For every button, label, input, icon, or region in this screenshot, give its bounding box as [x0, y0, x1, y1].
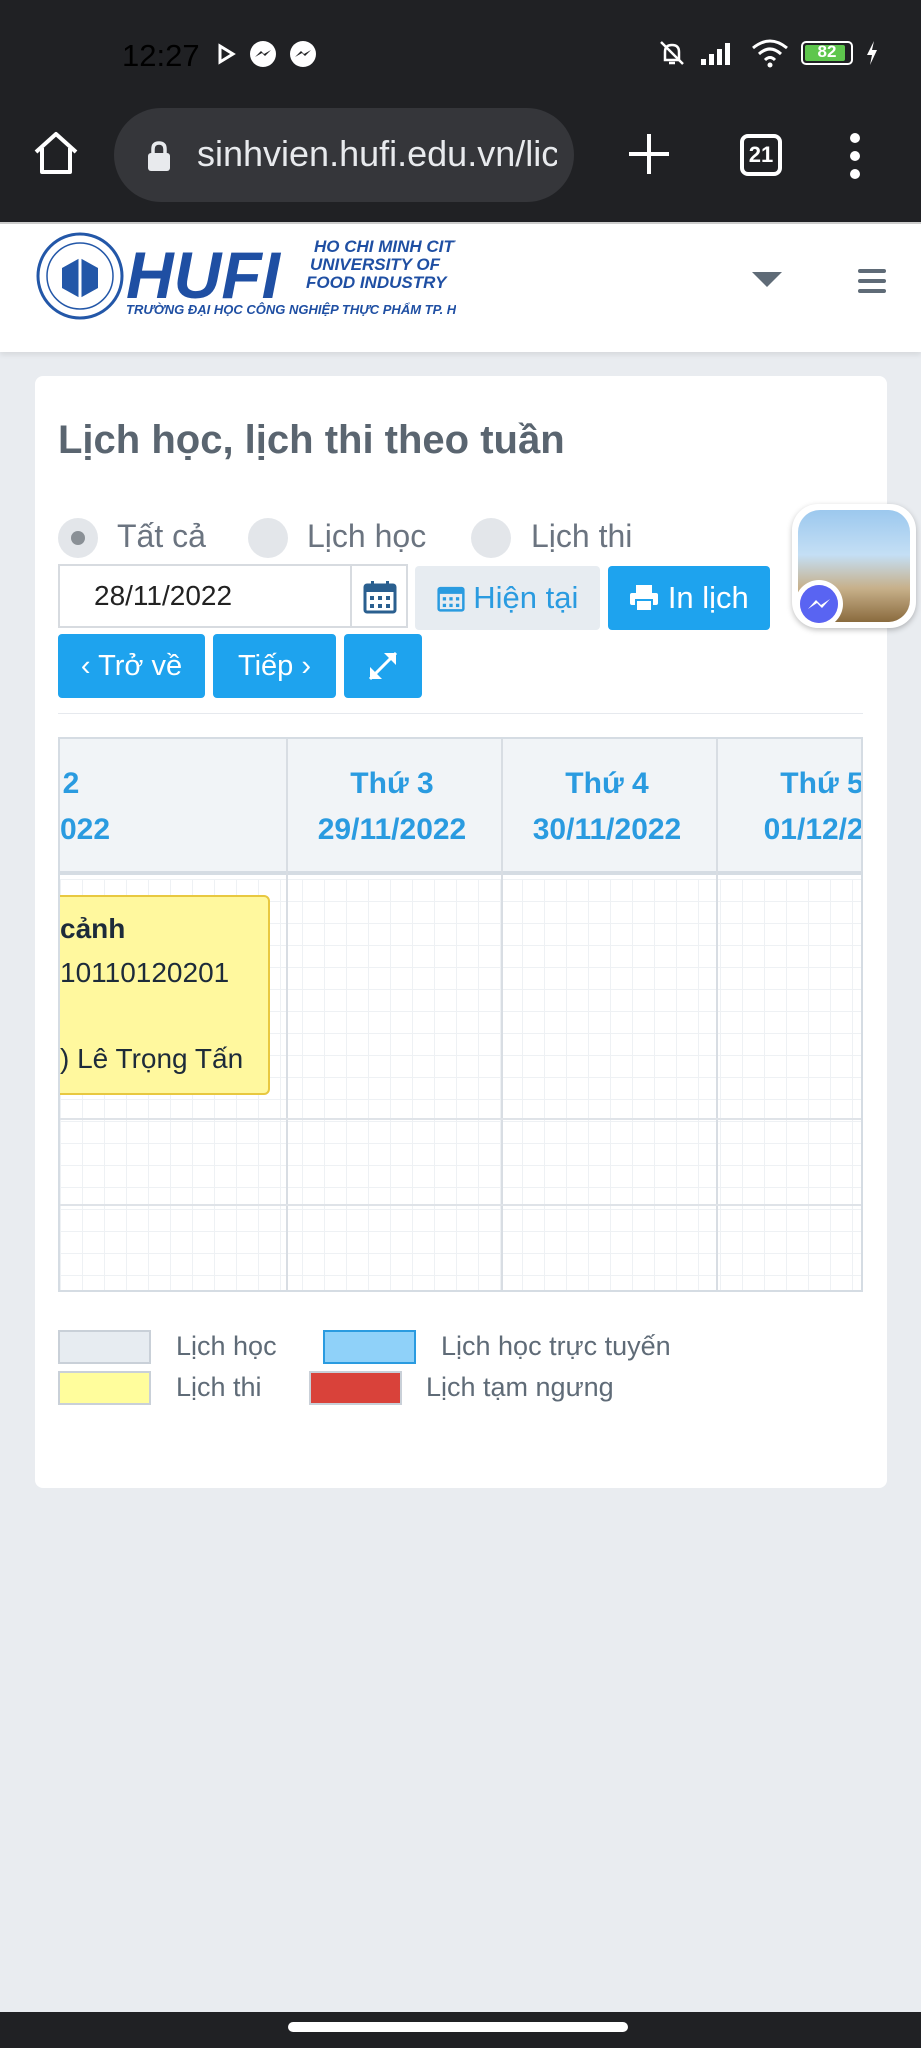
next-week-button[interactable]: Tiếp ›: [213, 634, 336, 698]
legend-swatch-online: [323, 1330, 416, 1364]
filter-all-label[interactable]: Tất cả: [117, 518, 206, 555]
messenger-icon: [250, 41, 276, 67]
tab-switcher-button[interactable]: 21: [740, 134, 782, 176]
print-schedule-button[interactable]: In lịch: [608, 566, 770, 630]
legend-label-class: Lịch học: [176, 1331, 277, 1361]
exam-event-card[interactable]: cảnh 10110120201 ) Lê Trọng Tấn: [60, 895, 270, 1095]
calendar-icon: [437, 586, 465, 612]
date-input[interactable]: 28/11/2022: [58, 564, 350, 628]
column-divider: [501, 739, 503, 1290]
more-options-icon[interactable]: [848, 130, 862, 182]
logo-en-line-2: UNIVERSITY OF: [310, 255, 441, 274]
fullscreen-button[interactable]: [344, 634, 422, 698]
gesture-home-indicator[interactable]: [288, 2022, 628, 2032]
current-week-label: Hiện tại: [473, 580, 579, 615]
logo-brand-text: HUFI: [126, 238, 282, 312]
event-room: ) Lê Trọng Tấn: [60, 1043, 244, 1074]
current-week-button[interactable]: Hiện tại: [415, 566, 600, 630]
new-tab-icon[interactable]: [623, 128, 675, 180]
filter-exam-radio[interactable]: [471, 518, 511, 558]
hamburger-menu-icon[interactable]: [858, 269, 886, 299]
prev-week-button[interactable]: ‹ Trở về: [58, 634, 205, 698]
battery-level: 82: [817, 42, 837, 61]
divider: [58, 713, 863, 714]
charging-icon: [867, 41, 877, 65]
filter-exam-label[interactable]: Lịch thi: [531, 518, 632, 555]
legend-swatch-suspended: [309, 1371, 402, 1405]
filter-class-radio[interactable]: [248, 518, 288, 558]
filter-all-radio[interactable]: [58, 518, 98, 558]
status-notifications: [215, 40, 317, 68]
battery-icon: 82: [801, 41, 853, 65]
column-header-thursday: Thứ 501/12/20: [763, 767, 863, 846]
event-code: 10110120201: [60, 957, 230, 988]
url-text[interactable]: sinhvien.hufi.edu.vn/lich-theo-tuan: [197, 133, 557, 177]
legend-label-exam: Lịch thi: [176, 1372, 262, 1402]
dropdown-caret-icon[interactable]: [752, 272, 782, 287]
status-system-icons: 82: [657, 38, 879, 68]
wifi-icon: [752, 39, 788, 68]
filter-class-label[interactable]: Lịch học: [307, 518, 426, 555]
home-icon[interactable]: [30, 128, 82, 180]
legend-swatch-exam: [58, 1371, 151, 1405]
event-title: cảnh: [60, 913, 126, 944]
column-header-wednesday: Thứ 4 30/11/2022: [532, 767, 682, 846]
row-divider: [60, 1204, 861, 1206]
column-divider: [716, 739, 718, 1290]
logo-en-line-1: HO CHI MINH CITY: [314, 237, 456, 256]
row-divider: [60, 1118, 861, 1120]
printer-icon: [630, 585, 659, 612]
print-schedule-label: In lịch: [667, 580, 749, 615]
logo-vn-text: TRƯỜNG ĐẠI HỌC CÔNG NGHIỆP THỰC PHẨM TP.…: [126, 302, 456, 317]
messenger-icon: [795, 580, 843, 628]
expand-icon: [368, 651, 398, 681]
column-divider: [286, 739, 288, 1290]
legend-label-suspended: Lịch tạm ngưng: [426, 1372, 614, 1402]
column-header-monday: 2022: [60, 767, 110, 846]
mute-bell-icon: [660, 41, 684, 65]
status-time: 12:27: [122, 38, 200, 73]
page-title: Lịch học, lịch thi theo tuần: [58, 418, 565, 462]
lock-icon: [148, 141, 170, 171]
signal-icon: [701, 43, 730, 65]
legend-label-online: Lịch học trực tuyến: [441, 1331, 671, 1361]
play-icon: [218, 43, 236, 65]
calendar-icon: [363, 581, 397, 614]
weekly-schedule-grid[interactable]: 2022 Thứ 329/11/2022 Thứ 430/11/2022 Thứ…: [58, 737, 863, 1292]
legend-swatch-class: [58, 1330, 151, 1364]
calendar-picker-button[interactable]: [350, 564, 408, 628]
column-header-tuesday: Thứ 3 29/11/2022: [317, 767, 467, 846]
hufi-logo[interactable]: HUFI HO CHI MINH CITY UNIVERSITY OF FOOD…: [36, 230, 456, 330]
logo-en-line-3: FOOD INDUSTRY: [306, 273, 448, 292]
messenger-icon: [290, 41, 316, 67]
